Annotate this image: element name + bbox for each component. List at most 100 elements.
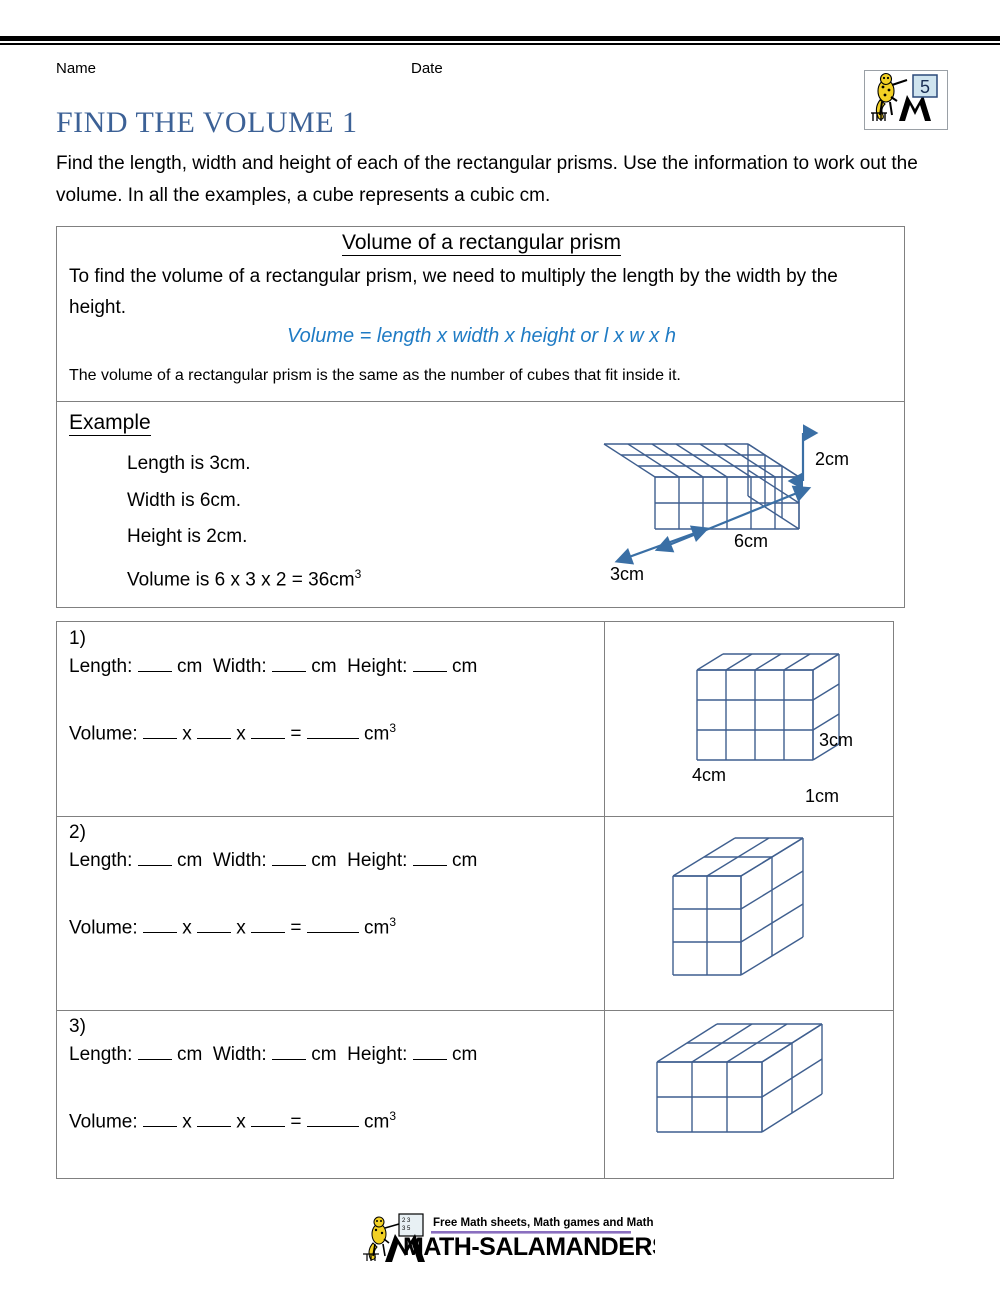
q1-height-dim-label: 3cm: [819, 730, 853, 750]
page-title: FIND THE VOLUME 1: [56, 106, 358, 139]
example-volume-exponent: 3: [354, 566, 362, 581]
q1-vol-result-blank[interactable]: [306, 738, 359, 740]
example-prism-svg: 2cm 6cm 3cm: [603, 424, 849, 584]
q3-equals: =: [290, 1111, 302, 1133]
question-row-2: 2) Length: cm Width: cm Height: cm Volum…: [57, 816, 893, 1010]
rule-thick: [0, 36, 1000, 41]
q2-vol-blank-a[interactable]: [142, 932, 177, 934]
q3-vol-result-blank[interactable]: [306, 1126, 359, 1128]
q2-length-label: Length:: [69, 850, 133, 871]
question-2-prism-svg: [672, 837, 804, 976]
question-1-number: 1): [69, 628, 86, 649]
logo-icon: 5: [865, 71, 945, 127]
explanation-divider: [57, 401, 904, 402]
question-1-dims-line: Length: cm Width: cm Height: cm: [69, 656, 477, 678]
q3-length-unit: cm: [176, 1044, 203, 1065]
q1-vol-blank-a[interactable]: [142, 738, 177, 740]
q1-height-label: Height:: [347, 656, 408, 677]
question-3-number: 3): [69, 1016, 86, 1037]
q2-volume-label: Volume:: [69, 917, 138, 939]
q1-vol-unit: cm: [364, 723, 390, 745]
question-row-3: 3) Length: cm Width: cm Height: cm Volum…: [57, 1010, 893, 1178]
question-3-figure: [605, 1010, 893, 1178]
q2-length-blank[interactable]: [137, 865, 172, 866]
example-depth-label: 3cm: [610, 564, 644, 584]
explanation-body: To find the volume of a rectangular pris…: [69, 266, 838, 318]
question-2-figure: [605, 816, 893, 1010]
q3-length-blank[interactable]: [137, 1059, 172, 1060]
q1-length-blank[interactable]: [137, 671, 172, 672]
explanation-heading: Volume of a rectangular prism: [57, 231, 906, 256]
footer-tagline: Free Math sheets, Math games and Math he…: [433, 1217, 655, 1229]
q3-vol-blank-c[interactable]: [251, 1126, 286, 1128]
footer-brand: MATH-SALAMANDERS.COM: [403, 1233, 655, 1261]
question-1-prism-svg: 3cm 4cm 1cm: [692, 653, 853, 806]
example-lines: Length is 3cm. Width is 6cm. Height is 2…: [127, 446, 361, 598]
q3-height-blank[interactable]: [412, 1059, 447, 1060]
q3-vol-blank-a[interactable]: [142, 1126, 177, 1128]
q3-vol-blank-b[interactable]: [197, 1126, 231, 1128]
q2-vol-blank-b[interactable]: [197, 932, 231, 934]
q1-vol-blank-b[interactable]: [197, 738, 231, 740]
svg-text:3 5: 3 5: [402, 1226, 411, 1232]
example-volume: Volume is 6 x 3 x 2 = 36cm3: [127, 556, 361, 599]
example-label-text: Example: [69, 411, 151, 436]
question-3-volume-line: Volume: x x = cm3: [69, 1109, 396, 1133]
q1-width-label: Width:: [212, 656, 267, 677]
example-height: Height is 2cm.: [127, 526, 248, 547]
q1-op-1: x: [182, 723, 192, 745]
q3-height-label: Height:: [347, 1044, 408, 1065]
footer-logo: 2 3 3 5 Free Math sheets, Math games and …: [355, 1208, 655, 1266]
q3-op-1: x: [182, 1111, 192, 1133]
q1-vol-exponent: 3: [389, 721, 397, 735]
q3-height-unit: cm: [451, 1044, 478, 1065]
q2-vol-exponent: 3: [389, 915, 397, 929]
q1-height-unit: cm: [451, 656, 478, 677]
q2-vol-blank-c[interactable]: [251, 932, 286, 934]
question-1-volume-line: Volume: x x = cm3: [69, 721, 396, 745]
question-2-volume-line: Volume: x x = cm3: [69, 915, 396, 939]
example-length-label: 6cm: [734, 531, 768, 551]
worksheet-page: Name Date 5 FIND THE VOLUME 1 Find the l…: [0, 0, 1000, 1294]
q2-height-label: Height:: [347, 850, 408, 871]
footer-logo-svg: 2 3 3 5 Free Math sheets, Math games and …: [363, 1213, 655, 1262]
q3-op-2: x: [236, 1111, 246, 1133]
example-prism-figure: 2cm 6cm 3cm: [597, 405, 897, 600]
q1-height-blank[interactable]: [412, 671, 447, 672]
q1-length-unit: cm: [176, 656, 203, 677]
q2-op-1: x: [182, 917, 192, 939]
explanation-note: The volume of a rectangular prism is the…: [69, 367, 681, 384]
q2-length-unit: cm: [176, 850, 203, 871]
q3-width-blank[interactable]: [272, 1059, 306, 1060]
q1-width-blank[interactable]: [272, 671, 306, 672]
q3-width-unit: cm: [311, 1044, 337, 1065]
explanation-box: Volume of a rectangular prism To find th…: [56, 226, 905, 608]
q3-vol-exponent: 3: [389, 1109, 397, 1123]
q1-length-dim-label: 4cm: [692, 765, 726, 785]
volume-formula: Volume = length x width x height or l x …: [287, 325, 676, 347]
date-label: Date: [411, 60, 443, 77]
q1-volume-label: Volume:: [69, 723, 138, 745]
question-3-prism-svg: [656, 1023, 823, 1133]
q2-equals: =: [290, 917, 302, 939]
question-row-1: 1) Length: cm Width: cm Height: cm Volum…: [57, 622, 893, 816]
svg-text:2 3: 2 3: [402, 1218, 411, 1224]
intro-text: Find the length, width and height of eac…: [56, 153, 918, 206]
question-1-figure: 3cm 4cm 1cm: [605, 622, 893, 816]
q1-vol-blank-c[interactable]: [251, 738, 286, 740]
q2-op-2: x: [236, 917, 246, 939]
q2-vol-unit: cm: [364, 917, 390, 939]
name-label: Name: [56, 60, 97, 77]
question-2-dims-line: Length: cm Width: cm Height: cm: [69, 850, 477, 872]
example-length: Length is 3cm.: [127, 453, 251, 474]
q2-width-blank[interactable]: [272, 865, 306, 866]
q2-width-unit: cm: [311, 850, 337, 871]
q2-width-label: Width:: [212, 850, 267, 871]
q2-height-blank[interactable]: [412, 865, 447, 866]
q3-volume-label: Volume:: [69, 1111, 138, 1133]
explanation-heading-text: Volume of a rectangular prism: [342, 231, 621, 256]
example-volume-text: Volume is 6 x 3 x 2 = 36cm: [127, 568, 355, 590]
example-label: Example: [69, 411, 151, 436]
top-divider-rule: [0, 36, 1000, 45]
q2-vol-result-blank[interactable]: [306, 932, 359, 934]
